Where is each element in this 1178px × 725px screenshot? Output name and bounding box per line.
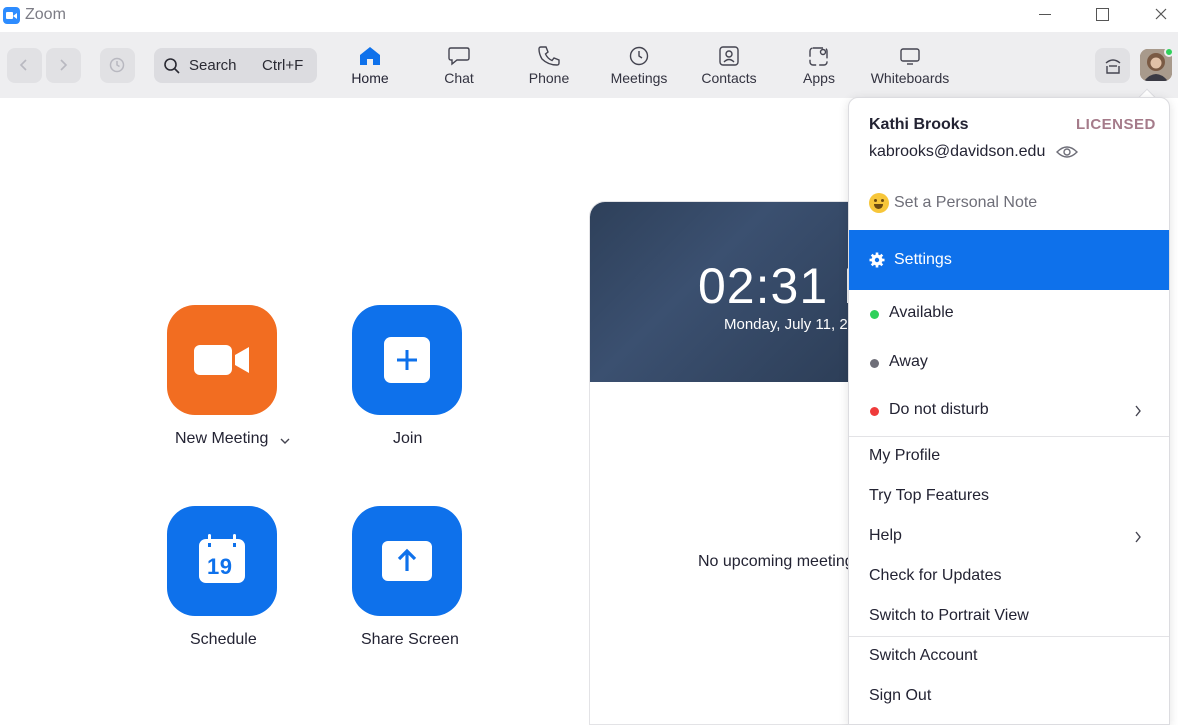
menu-item-label: Sign Out — [869, 687, 932, 704]
chat-icon — [448, 47, 470, 66]
smile-emoji-icon — [869, 193, 889, 213]
menu-item-label: Check for Updates — [869, 567, 1002, 584]
new-meeting-button[interactable] — [167, 305, 277, 415]
settings-label: Settings — [894, 251, 952, 268]
status-away[interactable]: Away — [849, 339, 1169, 387]
do-not-disturb-icon — [870, 407, 879, 416]
tab-label: Whiteboards — [870, 70, 950, 86]
video-camera-icon — [194, 345, 249, 375]
tab-phone[interactable]: Phone — [507, 38, 591, 96]
phone-switch-button[interactable] — [1095, 48, 1130, 83]
tab-label: Chat — [444, 70, 474, 86]
eye-icon[interactable] — [1056, 145, 1078, 159]
gear-icon — [869, 252, 885, 268]
chevron-down-icon[interactable] — [280, 437, 290, 445]
share-screen-label: Share Screen — [361, 631, 459, 648]
personal-note-item[interactable]: Set a Personal Note — [849, 184, 1169, 230]
zoom-logo-icon — [3, 7, 20, 24]
chevron-right-icon — [1135, 531, 1141, 543]
forward-button[interactable] — [46, 48, 81, 83]
tab-label: Phone — [528, 70, 570, 86]
apps-icon — [809, 47, 828, 66]
user-email: kabrooks@davidson.edu — [869, 143, 1046, 160]
window-title: Zoom — [25, 6, 66, 23]
calendar-day: 19 — [207, 554, 233, 579]
available-dot — [870, 310, 879, 319]
join-label: Join — [393, 430, 423, 447]
status-label: Do not disturb — [889, 401, 989, 418]
upcoming-meetings-panel: 02:31 PM Monday, July 11, 2022 No upcomi… — [589, 201, 869, 725]
maximize-button[interactable] — [1074, 0, 1132, 32]
my-profile-item[interactable]: My Profile — [849, 437, 1169, 477]
minimize-button[interactable] — [1016, 0, 1074, 32]
share-arrow-icon — [382, 541, 432, 581]
join-button[interactable] — [352, 305, 462, 415]
portrait-view-item[interactable]: Switch to Portrait View — [849, 597, 1169, 637]
phone-icon — [538, 46, 560, 66]
clock-icon — [629, 46, 649, 66]
menu-item-label: Help — [869, 527, 902, 544]
close-button[interactable] — [1131, 0, 1178, 32]
tab-home[interactable]: Home — [328, 38, 412, 96]
close-icon — [1155, 8, 1167, 20]
tab-apps[interactable]: Apps — [777, 38, 861, 96]
tab-label: Apps — [803, 70, 835, 86]
sign-out-item[interactable]: Sign Out — [849, 677, 1169, 717]
chevron-right-icon — [1135, 405, 1141, 417]
tab-meetings[interactable]: Meetings — [597, 38, 681, 96]
new-meeting-label: New Meeting — [175, 430, 269, 447]
status-do-not-disturb[interactable]: Do not disturb — [849, 387, 1169, 435]
tab-label: Contacts — [701, 70, 757, 86]
back-button[interactable] — [7, 48, 42, 83]
switch-account-item[interactable]: Switch Account — [849, 637, 1169, 677]
whiteboard-icon — [900, 48, 920, 65]
personal-note-label: Set a Personal Note — [894, 194, 1038, 211]
menu-item-label: Try Top Features — [869, 487, 990, 504]
tab-label: Meetings — [610, 70, 668, 86]
status-label: Available — [889, 304, 954, 321]
chevron-right-icon — [60, 59, 68, 71]
profile-menu: Kathi Brooks LICENSED kabrooks@davidson.… — [848, 97, 1170, 725]
menu-item-label: Switch to Portrait View — [869, 607, 1029, 624]
check-for-updates-item[interactable]: Check for Updates — [849, 557, 1169, 597]
main-toolbar: Search Ctrl+F Home Chat Phone Meetings C… — [0, 32, 1178, 98]
search-icon — [164, 58, 180, 74]
away-clock-icon — [870, 359, 879, 368]
menu-item-label: Switch Account — [869, 647, 978, 664]
search-label: Search — [189, 57, 237, 74]
tab-contacts[interactable]: Contacts — [687, 38, 771, 96]
status-indicator — [1164, 47, 1174, 57]
menu-item-label: My Profile — [869, 447, 941, 464]
help-item[interactable]: Help — [849, 517, 1169, 557]
title-bar: Zoom — [0, 0, 1178, 32]
tab-label: Home — [351, 70, 389, 86]
try-top-features-item[interactable]: Try Top Features — [849, 477, 1169, 517]
no-meetings-text: No upcoming meetings today — [698, 553, 868, 570]
status-available[interactable]: Available — [849, 290, 1169, 338]
schedule-label: Schedule — [190, 631, 257, 648]
tab-whiteboards[interactable]: Whiteboards — [868, 38, 952, 96]
upcoming-header: 02:31 PM Monday, July 11, 2022 — [590, 202, 868, 382]
schedule-button[interactable]: 19 — [167, 506, 277, 616]
history-button[interactable] — [100, 48, 135, 83]
license-badge: LICENSED — [1076, 116, 1156, 133]
search-box[interactable]: Search Ctrl+F — [154, 48, 317, 83]
history-icon — [109, 57, 125, 73]
user-name: Kathi Brooks — [869, 116, 969, 133]
share-screen-button[interactable] — [352, 506, 462, 616]
search-shortcut: Ctrl+F — [262, 57, 304, 74]
current-time: 02:31 PM — [698, 258, 868, 314]
plus-icon — [384, 337, 430, 383]
contacts-icon — [719, 46, 739, 66]
home-icon — [360, 47, 380, 65]
device-switch-icon — [1105, 59, 1121, 74]
settings-menu-item[interactable]: Settings — [849, 230, 1169, 290]
tab-chat[interactable]: Chat — [417, 38, 501, 96]
status-label: Away — [889, 353, 928, 370]
chevron-left-icon — [19, 59, 27, 71]
